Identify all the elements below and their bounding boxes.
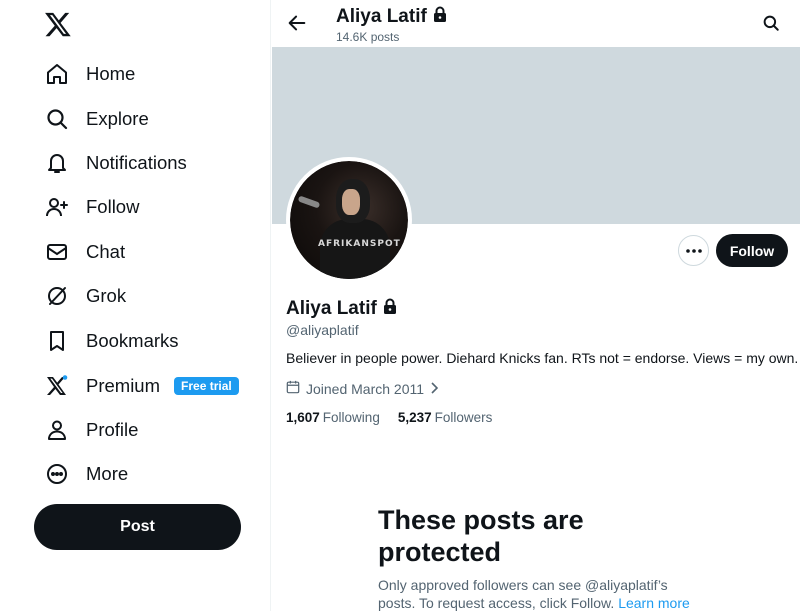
protected-title: These posts are protected: [378, 505, 584, 567]
avatar-photo: AFRIKANSPOT: [290, 161, 408, 279]
sidebar-item-home[interactable]: Home: [44, 59, 135, 89]
joined-text: Joined March 2011: [306, 380, 425, 397]
lock-icon: [433, 6, 447, 28]
sidebar-item-bookmarks[interactable]: Bookmarks: [44, 326, 179, 356]
sidebar-item-label: Grok: [86, 285, 127, 306]
followers-link[interactable]: 5,237 Followers: [398, 410, 493, 425]
sidebar-item-label: More: [86, 463, 129, 484]
more-circle-icon: [44, 461, 70, 487]
free-trial-badge[interactable]: Free trial: [174, 377, 239, 395]
x-logo-icon[interactable]: [44, 10, 72, 38]
calendar-icon: [286, 380, 300, 397]
following-link[interactable]: 1,607 Following: [286, 410, 380, 425]
chevron-right-icon: [430, 381, 439, 397]
sidebar-item-explore[interactable]: Explore: [44, 104, 149, 134]
profile-column: Aliya Latif 14.6K posts AFRIKANSPOT Foll…: [272, 0, 800, 611]
followers-count: 5,237: [397, 410, 432, 425]
sidebar-item-label: Bookmarks: [86, 330, 179, 351]
followers-label: Followers: [434, 410, 493, 425]
sidebar-item-follow[interactable]: Follow: [44, 192, 139, 222]
sidebar-item-grok[interactable]: Grok: [44, 281, 126, 311]
home-icon: [44, 61, 70, 87]
follow-button[interactable]: Follow: [716, 234, 788, 267]
search-icon: [44, 106, 70, 132]
sidebar-item-label: Home: [86, 63, 136, 84]
profile-handle: @aliyaplatif: [286, 322, 359, 338]
posts-count: 14.6K posts: [336, 30, 400, 44]
envelope-icon: [44, 239, 70, 265]
sidebar-item-label: Premium: [86, 375, 161, 396]
following-label: Following: [322, 410, 380, 425]
profile-name-row: Aliya Latif: [286, 298, 397, 320]
grok-icon: [44, 283, 70, 309]
profile-header-bar: Aliya Latif 14.6K posts: [272, 0, 800, 47]
ellipsis-icon: [685, 248, 702, 253]
avatar-watermark: AFRIKANSPOT: [318, 239, 401, 249]
sidebar-item-label: Chat: [86, 241, 126, 262]
sidebar-item-more[interactable]: More: [44, 459, 128, 489]
sidebar-item-label: Notifications: [86, 152, 187, 173]
following-count: 1,607: [286, 410, 320, 425]
sidebar-item-profile[interactable]: Profile: [44, 415, 138, 445]
avatar[interactable]: AFRIKANSPOT: [286, 157, 412, 283]
post-button[interactable]: Post: [34, 504, 241, 550]
bookmark-icon: [44, 328, 70, 354]
sidebar-item-label: Profile: [86, 419, 139, 440]
bell-icon: [44, 150, 70, 176]
x-premium-icon: [44, 373, 70, 399]
person-add-icon: [44, 194, 70, 220]
sidebar-item-notifications[interactable]: Notifications: [44, 148, 187, 178]
header-name: Aliya Latif: [336, 6, 427, 27]
learn-more-link[interactable]: Learn more: [618, 595, 690, 611]
sidebar-item-chat[interactable]: Chat: [44, 237, 125, 267]
sidebar-item-label: Explore: [86, 108, 149, 129]
person-icon: [44, 417, 70, 443]
sidebar: Home Explore Notifications Follow Chat G…: [0, 0, 271, 611]
joined-date[interactable]: Joined March 2011: [286, 380, 439, 397]
more-options-button[interactable]: [678, 235, 709, 266]
sidebar-item-label: Follow: [86, 196, 140, 217]
follow-stats: 1,607 Following 5,237 Followers: [286, 410, 492, 425]
protected-description: Only approved followers can see @aliyapl…: [378, 576, 698, 611]
header-title: Aliya Latif: [336, 6, 447, 28]
search-icon[interactable]: [762, 14, 780, 32]
profile-bio: Believer in people power. Diehard Knicks…: [286, 350, 799, 366]
lock-icon: [383, 298, 397, 320]
back-arrow-icon[interactable]: [286, 12, 308, 34]
sidebar-item-premium[interactable]: Premium Free trial: [44, 371, 239, 401]
profile-name: Aliya Latif: [286, 298, 377, 319]
